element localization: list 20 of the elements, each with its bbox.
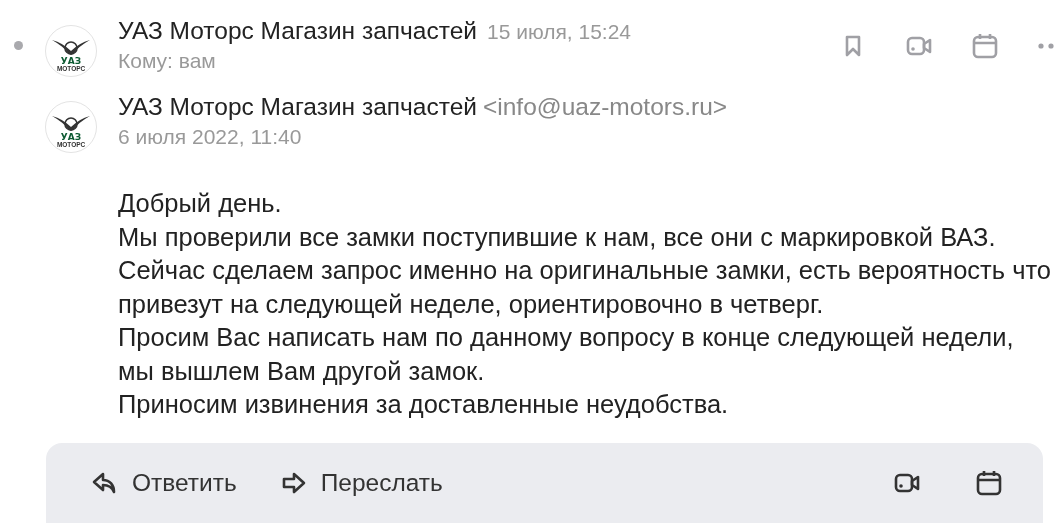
message-paragraph: Добрый день. [118, 188, 283, 219]
calendar-icon [975, 468, 1003, 497]
sender-name: УАЗ Моторс Магазин запчастей [118, 17, 477, 45]
forward-button[interactable]: Переслать [280, 468, 443, 497]
message-date: 6 июля 2022, 11:40 [118, 125, 303, 149]
message-paragraph: Приносим извинения за доставленные неудобства. [118, 389, 730, 420]
calendar-icon [971, 32, 999, 60]
reply-button[interactable]: Ответить [92, 468, 237, 497]
reply-arrow-icon [92, 470, 118, 495]
forward-arrow-icon [280, 470, 307, 495]
message-paragraph: Сейчас сделаем запрос именно на оригинальные замки, есть вероятность что привезут на следующей неделе, ориентировочно в четверг. [118, 255, 1053, 320]
message-paragraph: Просим Вас написать нам по данному вопросу в конце следующей недели, мы вышлем Вам другой замок. [118, 322, 1015, 387]
message-paragraph: Мы проверили все замки поступившие к нам, все они с маркировкой ВАЗ. [118, 221, 997, 253]
sender-name: УАЗ Моторс Магазин запчастей [118, 93, 477, 121]
bookmark-icon [843, 34, 863, 58]
more-icon [1037, 42, 1057, 50]
message-date: 15 июля, 15:24 [486, 20, 632, 44]
video-camera-icon [905, 34, 933, 58]
recipient-label: Кому: вам [118, 49, 217, 73]
sender-email: <info@uaz-motors.ru> [482, 93, 728, 121]
